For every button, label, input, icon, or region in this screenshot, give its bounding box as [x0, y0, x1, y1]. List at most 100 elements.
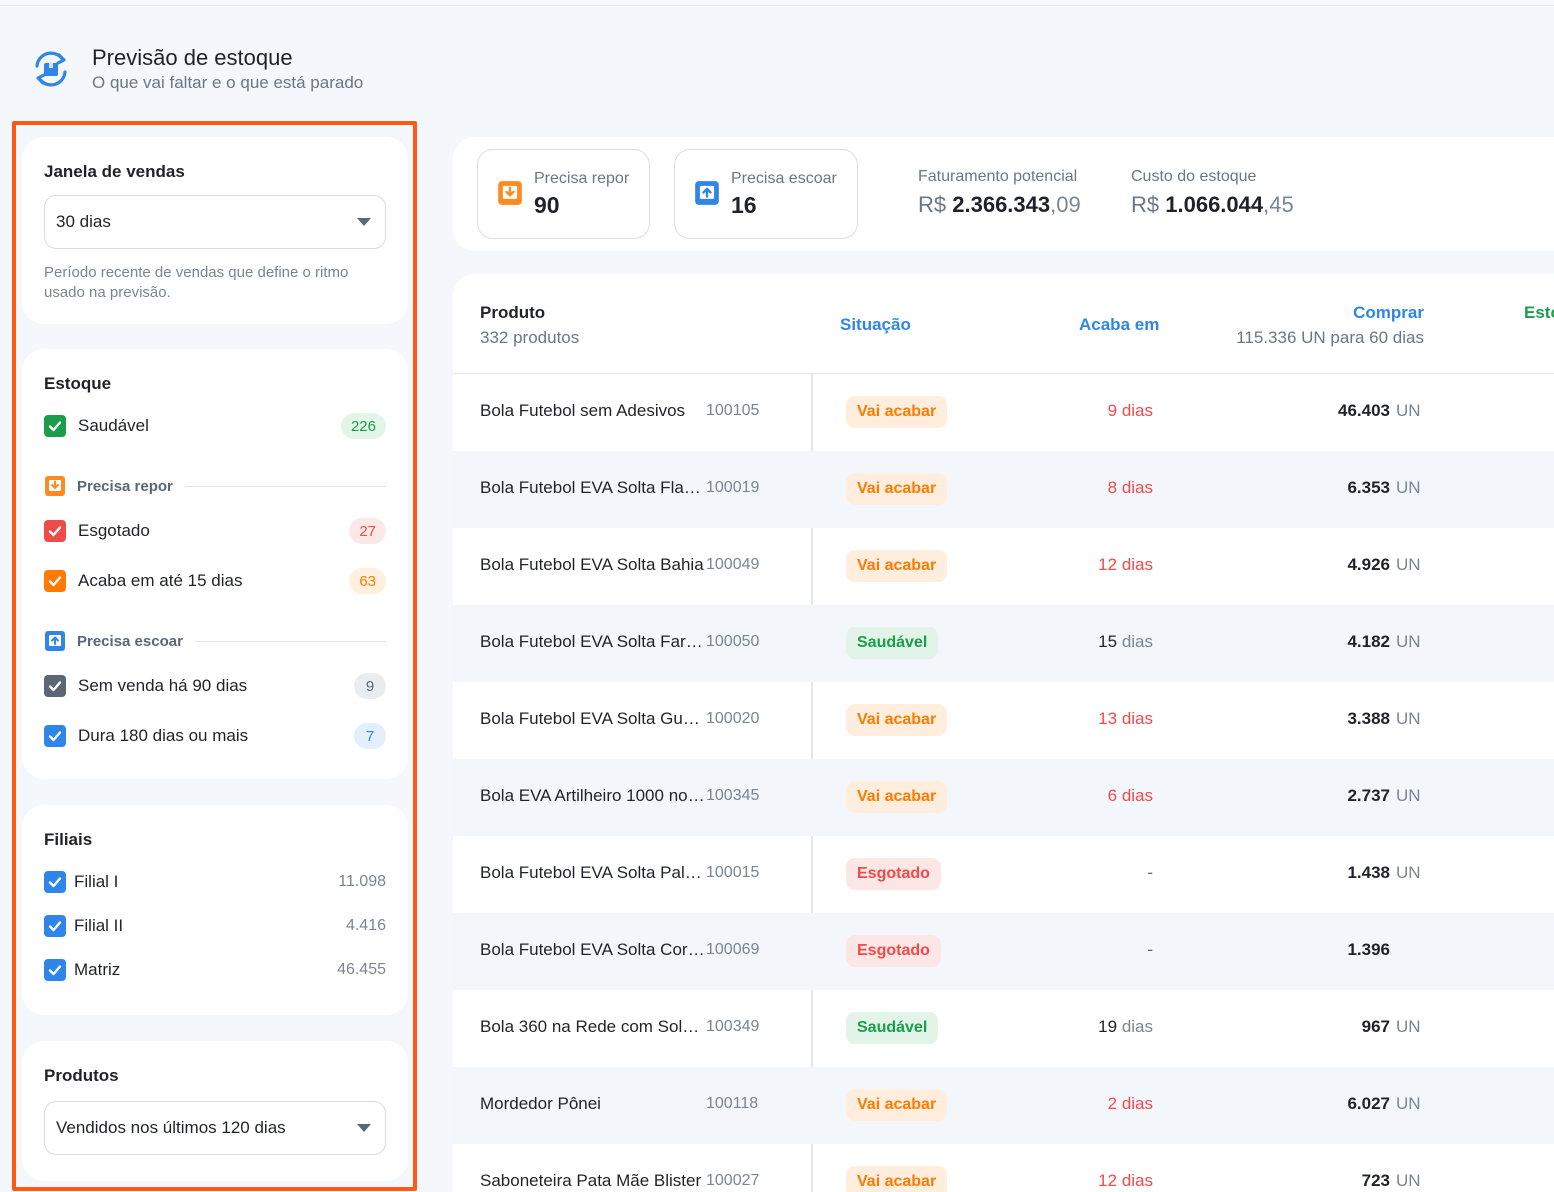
filter-out-of-stock[interactable]: Esgotado 27: [44, 516, 386, 546]
product-code: 100050: [706, 633, 760, 650]
buy-quantity: 967 UN: [1361, 1017, 1421, 1037]
restock-stat-value: 90: [534, 192, 560, 218]
product-name: Bola Futebol sem Adesivos: [480, 401, 686, 420]
col-status-header[interactable]: Situação: [840, 315, 911, 335]
buy-quantity-value: 4.182: [1347, 632, 1390, 651]
ends-in: 13 dias: [1098, 709, 1153, 729]
table-row[interactable]: Saboneteira Pata Mãe Blister 100027 Vai ac…: [453, 1144, 1554, 1192]
product-code: 100105: [706, 402, 760, 419]
ends-in: 2 dias: [1108, 1094, 1153, 1114]
filter-ends-soon[interactable]: Acaba em até 15 dias 63: [44, 566, 386, 596]
filter-no-sales-count: 9: [354, 673, 386, 699]
ends-in-value: 8: [1107, 478, 1118, 497]
revenue-integer: 2.366.343: [952, 192, 1051, 217]
products-filter-select[interactable]: Vendidos nos últimos 120 dias: [44, 1101, 386, 1155]
page-title: Previsão de estoque: [92, 45, 293, 70]
table-row[interactable]: Bola EVA Artilheiro 1000 nova 100345 Vai a…: [453, 759, 1554, 836]
cost-label: Custo do estoque: [1131, 168, 1257, 185]
ends-in-value: 19: [1098, 1017, 1118, 1036]
filter-healthy[interactable]: Saudável 226: [44, 411, 386, 441]
clear-stat-card[interactable]: Precisa escoar 16: [674, 149, 858, 239]
product-code: 100049: [706, 556, 760, 573]
table-row[interactable]: Bola Futebol sem Adesivos 100105 Vai acaba…: [453, 374, 1554, 451]
table-row[interactable]: Mordedor Pônei 100118 Vai acabar 2 dias 6.02…: [453, 1067, 1554, 1144]
branch-filial-2[interactable]: Filial II 4.416: [44, 911, 386, 941]
checkbox-checked-icon[interactable]: [44, 675, 66, 697]
filter-ends-soon-label: Acaba em até 15 dias: [78, 571, 243, 590]
col-stock-header[interactable]: Esto: [1524, 303, 1554, 323]
buy-quantity-value: 967: [1361, 1017, 1390, 1036]
buy-quantity-unit: UN: [1396, 863, 1421, 882]
buy-quantity: 3.388 UN: [1347, 709, 1420, 729]
table-row[interactable]: Bola 360 na Rede com Solado 100349 Saudáve…: [453, 990, 1554, 1067]
sales-window-value: 30 dias: [56, 212, 111, 231]
buy-quantity: 4.926 UN: [1347, 555, 1420, 575]
product-code: 100015: [706, 864, 760, 881]
branch-filial-1[interactable]: Filial I 11.098: [44, 867, 386, 897]
clear-group-label: Precisa escoar: [77, 632, 183, 650]
restock-stat-label: Precisa repor: [534, 170, 630, 187]
checkbox-checked-icon[interactable]: [44, 915, 66, 937]
product-name: Bola Futebol EVA Solta Guarani: [480, 709, 705, 728]
checkbox-checked-icon[interactable]: [44, 415, 66, 437]
restock-stat-card[interactable]: Precisa repor 90: [477, 149, 650, 239]
checkbox-checked-icon[interactable]: [44, 959, 66, 981]
ends-in: -: [1147, 863, 1153, 883]
filter-healthy-count: 226: [340, 413, 386, 439]
products-filter-value: Vendidos nos últimos 120 dias: [56, 1118, 286, 1137]
checkbox-checked-icon[interactable]: [44, 725, 66, 747]
filter-out-of-stock-count: 27: [349, 518, 386, 544]
revenue-decimal: ,09: [1050, 192, 1081, 217]
top-divider: [0, 0, 1554, 6]
product-name: Bola Futebol EVA Solta Corinthians: [480, 940, 705, 959]
restock-icon: [498, 181, 522, 205]
buy-quantity-value: 4.926: [1347, 555, 1390, 574]
table-row[interactable]: Bola Futebol EVA Solta Flamengo100019 Vai…: [453, 451, 1554, 528]
filter-long-duration[interactable]: Dura 180 dias ou mais 7: [44, 721, 386, 751]
status-badge: Vai acabar: [846, 1166, 948, 1192]
restock-group-label: Precisa repor: [77, 477, 173, 495]
buy-quantity: 1.396: [1347, 940, 1418, 960]
ends-in: 8 dias: [1108, 478, 1153, 498]
branch-value: 46.455: [337, 961, 386, 978]
buy-quantity-unit: UN: [1396, 478, 1421, 497]
products-filter-title: Produtos: [44, 1066, 119, 1085]
buy-quantity-unit: UN: [1396, 1094, 1421, 1113]
checkbox-checked-icon[interactable]: [44, 570, 66, 592]
products-filter-card: Produtos Vendidos nos últimos 120 dias: [22, 1041, 408, 1181]
buy-quantity-unit: UN: [1396, 1171, 1421, 1190]
status-badge: Vai acabar: [846, 550, 948, 582]
table-row[interactable]: Bola Futebol EVA Solta Palmeiras100015 Es…: [453, 836, 1554, 913]
forecast-table: Produto 332 produtos Situação Acaba em C…: [453, 274, 1554, 1192]
ends-in-unit: dias: [1121, 1094, 1153, 1113]
branch-matriz[interactable]: Matriz 46.455: [44, 955, 386, 985]
table-row[interactable]: Bola Futebol EVA Solta Farroupilha100050…: [453, 605, 1554, 682]
col-ends-header[interactable]: Acaba em: [1079, 315, 1159, 335]
checkbox-checked-icon[interactable]: [44, 520, 66, 542]
table-row[interactable]: Bola Futebol EVA Solta Bahia 100049 Vai ac…: [453, 528, 1554, 605]
filter-ends-soon-count: 63: [349, 568, 386, 594]
currency-symbol: R$: [918, 192, 947, 217]
ends-in: 19 dias: [1098, 1017, 1153, 1037]
filter-out-of-stock-label: Esgotado: [78, 521, 150, 540]
col-buy-header[interactable]: Comprar: [1353, 303, 1424, 323]
sales-window-card: Janela de vendas 30 dias Período recente…: [22, 137, 408, 324]
ends-in-unit: dias: [1121, 401, 1153, 420]
product-name: Bola 360 na Rede com Solado: [480, 1017, 705, 1036]
restock-group-header: Precisa repor: [44, 475, 386, 497]
restock-icon: [45, 476, 65, 496]
table-row[interactable]: Bola Futebol EVA Solta Corinthians100069…: [453, 913, 1554, 990]
filter-no-sales[interactable]: Sem venda há 90 dias 9: [44, 671, 386, 701]
table-row[interactable]: Bola Futebol EVA Solta Guarani 100020 Vai …: [453, 682, 1554, 759]
stock-filter-card: Estoque Saudável 226 Precisa repor Esgot…: [22, 349, 408, 779]
checkbox-checked-icon[interactable]: [44, 871, 66, 893]
buy-quantity: 6.027 UN: [1347, 1094, 1421, 1114]
sales-window-select[interactable]: 30 dias: [44, 195, 386, 249]
filter-no-sales-label: Sem venda há 90 dias: [78, 676, 248, 695]
clear-stock-icon: [695, 181, 719, 205]
buy-quantity-value: 1.396: [1347, 940, 1390, 959]
product-code: 100345: [706, 787, 760, 804]
branches-card: Filiais Filial I 11.098 Filial II 4.416 …: [22, 805, 408, 1015]
revenue-value: R$ 2.366.343,09: [918, 192, 1081, 218]
buy-quantity-value: 723: [1361, 1171, 1390, 1190]
